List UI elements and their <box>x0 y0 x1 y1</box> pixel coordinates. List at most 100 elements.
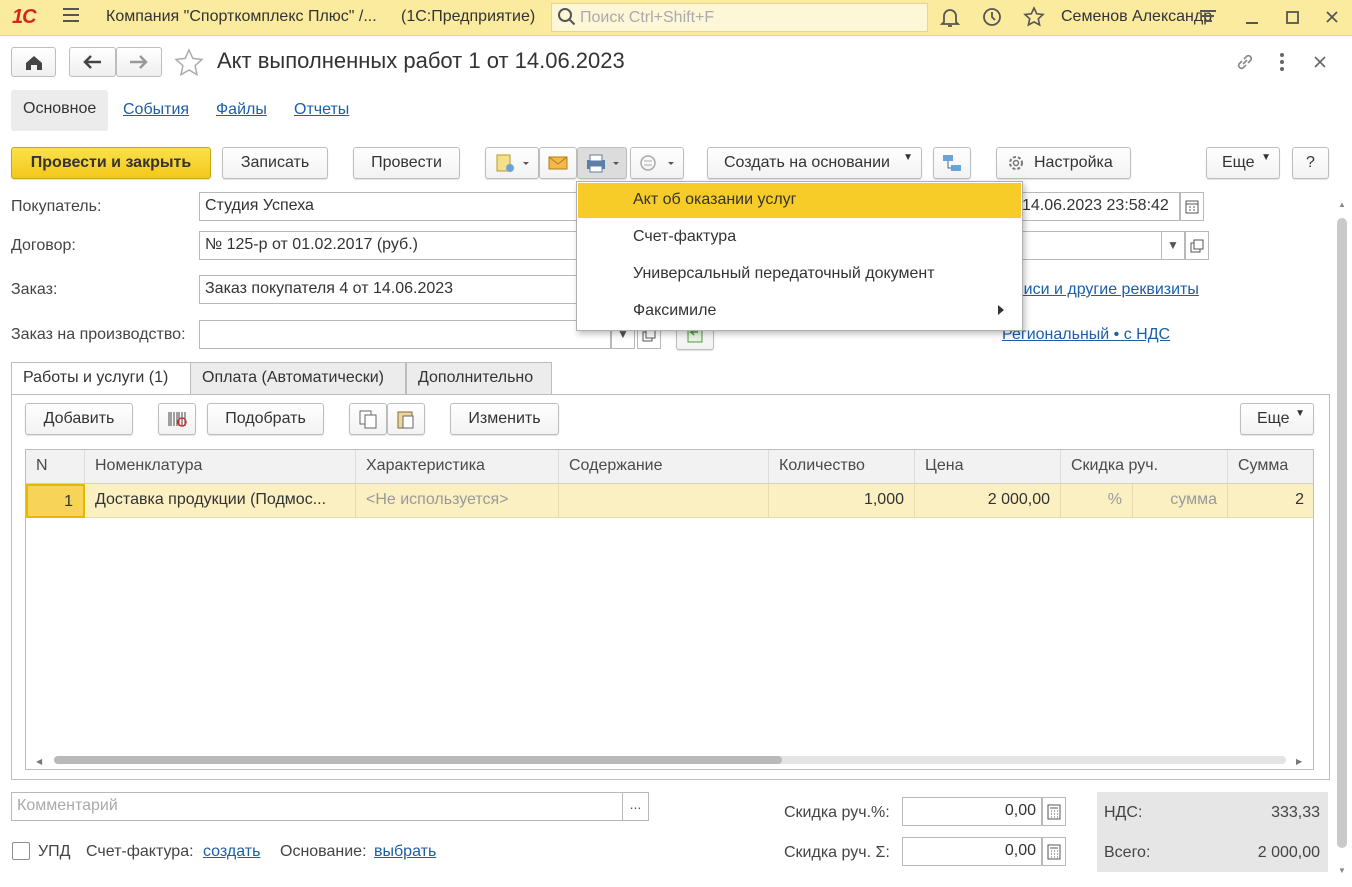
search-icon <box>557 6 577 28</box>
search-input[interactable]: Поиск Ctrl+Shift+F <box>551 3 928 32</box>
cell-n[interactable]: 1 <box>26 484 85 518</box>
close-document-icon[interactable] <box>1310 51 1330 73</box>
edit-button[interactable]: Изменить <box>450 403 559 435</box>
column-header-sum[interactable]: Сумма <box>1228 450 1313 484</box>
upd-checkbox[interactable] <box>12 842 30 860</box>
column-header-price[interactable]: Цена <box>915 450 1061 484</box>
pick-button[interactable]: Подобрать <box>207 403 324 435</box>
link-icon[interactable] <box>1234 51 1256 73</box>
cell-discount-sum[interactable]: сумма <box>1133 484 1228 518</box>
scrollbar-thumb[interactable] <box>54 756 782 764</box>
settings-button[interactable]: Настройка <box>996 147 1131 179</box>
settings-lines-icon[interactable] <box>1196 5 1222 29</box>
open-icon[interactable] <box>1185 231 1209 260</box>
cell-sum[interactable]: 2 <box>1228 484 1313 518</box>
production-order-field[interactable] <box>199 320 611 349</box>
maximize-icon[interactable] <box>1280 5 1306 29</box>
create-based-on-button[interactable]: Создать на основании ▼ <box>707 147 922 179</box>
menu-item-service-act[interactable]: Акт об оказании услуг <box>578 183 1021 218</box>
items-table: N Номенклатура Характеристика Содержание… <box>25 449 1314 770</box>
column-header-discount[interactable]: Скидка руч. <box>1061 450 1228 484</box>
favorite-star-icon[interactable] <box>173 48 205 78</box>
column-header-content[interactable]: Содержание <box>559 450 769 484</box>
close-window-icon[interactable] <box>1320 5 1346 29</box>
print-button[interactable] <box>577 147 627 179</box>
signatures-link[interactable]: писи и другие реквизиты <box>1015 281 1199 299</box>
barcode-button[interactable] <box>158 403 196 435</box>
horizontal-scrollbar[interactable] <box>54 756 1286 764</box>
chevron-down-icon: ▼ <box>1295 408 1305 419</box>
structure-button[interactable] <box>933 147 971 179</box>
calendar-icon[interactable] <box>1180 192 1204 221</box>
scroll-up-icon[interactable]: ▲ <box>1338 200 1346 209</box>
cell-qty[interactable]: 1,000 <box>769 484 915 518</box>
table-more-button[interactable]: Еще ▼ <box>1240 403 1314 435</box>
comment-field[interactable]: Комментарий <box>11 792 623 821</box>
tab-main[interactable]: Основное <box>11 90 108 131</box>
comment-placeholder: Комментарий <box>17 797 118 814</box>
post-button[interactable]: Провести <box>353 147 460 179</box>
copy-icon[interactable] <box>349 403 387 435</box>
post-and-close-button[interactable]: Провести и закрыть <box>11 147 211 179</box>
bell-icon[interactable] <box>938 5 964 29</box>
calculator-icon[interactable] <box>1042 837 1066 866</box>
calculator-icon[interactable] <box>1042 797 1066 826</box>
scroll-left-icon[interactable]: ◀ <box>36 757 42 766</box>
tab-reports[interactable]: Отчеты <box>294 101 349 119</box>
back-button[interactable] <box>69 47 116 77</box>
order-field[interactable]: Заказ покупателя 4 от 14.06.2023 <box>199 275 589 304</box>
menu-item-facsimile[interactable]: Факсимиле <box>578 294 1021 329</box>
cell-content[interactable] <box>559 484 769 518</box>
discount-pct-label: Скидка руч.%: <box>784 804 890 821</box>
home-button[interactable] <box>11 47 56 77</box>
column-header-characteristic[interactable]: Характеристика <box>356 450 559 484</box>
user-name[interactable]: Семенов Александр <box>1061 8 1212 26</box>
favorites-star-icon[interactable] <box>1022 5 1048 29</box>
minimize-icon[interactable] <box>1240 5 1266 29</box>
column-header-qty[interactable]: Количество <box>769 450 915 484</box>
menu-item-invoice[interactable]: Счет-фактура <box>578 220 1021 255</box>
create-document-button[interactable] <box>485 147 539 179</box>
comment-ellipsis-button[interactable]: ... <box>622 792 649 821</box>
chevron-down-icon[interactable]: ▼ <box>1161 231 1185 260</box>
total-value: 2 000,00 <box>1257 844 1320 861</box>
discount-pct-field[interactable]: 0,00 <box>902 797 1042 826</box>
tab-files[interactable]: Файлы <box>216 101 267 119</box>
app-logo[interactable]: 1С <box>12 6 37 29</box>
invoice-create-link[interactable]: создать <box>203 843 260 861</box>
buyer-field[interactable]: Студия Успеха <box>199 192 589 221</box>
search-placeholder: Поиск Ctrl+Shift+F <box>580 9 715 26</box>
save-button[interactable]: Записать <box>222 147 328 179</box>
contract-field[interactable]: № 125-р от 01.02.2017 (руб.) <box>199 231 589 260</box>
menu-item-upd[interactable]: Универсальный передаточный документ <box>578 257 1021 292</box>
tab-payment[interactable]: Оплата (Автоматически) <box>190 362 406 395</box>
help-button[interactable]: ? <box>1292 147 1329 179</box>
column-header-item[interactable]: Номенклатура <box>85 450 356 484</box>
tab-events[interactable]: События <box>123 101 189 119</box>
email-button[interactable] <box>539 147 577 179</box>
history-icon[interactable] <box>980 5 1006 29</box>
scroll-right-icon[interactable]: ▶ <box>1296 757 1302 766</box>
add-button[interactable]: Добавить <box>25 403 133 435</box>
window-title: Компания "Спорткомплекс Плюс" /... <box>106 8 377 25</box>
discount-sum-field[interactable]: 0,00 <box>902 837 1042 866</box>
tab-additional[interactable]: Дополнительно <box>406 362 552 395</box>
cell-characteristic[interactable]: <Не используется> <box>356 484 559 518</box>
scroll-down-icon[interactable]: ▼ <box>1338 866 1346 875</box>
edo-button[interactable] <box>630 147 684 179</box>
more-vertical-icon[interactable] <box>1272 51 1292 73</box>
date-field[interactable]: 14.06.2023 23:58:42 <box>1015 192 1180 221</box>
main-menu-icon[interactable] <box>60 4 86 26</box>
column-header-n[interactable]: N <box>26 450 85 484</box>
forward-button[interactable] <box>116 47 162 77</box>
paste-icon[interactable] <box>387 403 425 435</box>
tax-field[interactable] <box>1015 231 1162 260</box>
tab-works-services[interactable]: Работы и услуги (1) <box>11 362 191 396</box>
more-button[interactable]: Еще ▼ <box>1206 147 1280 179</box>
basis-select-link[interactable]: выбрать <box>374 843 436 861</box>
tax-link[interactable]: Региональный • с НДС <box>1002 326 1170 344</box>
cell-discount-pct[interactable]: % <box>1061 484 1133 518</box>
cell-item[interactable]: Доставка продукции (Подмос... <box>85 484 356 518</box>
cell-price[interactable]: 2 000,00 <box>915 484 1061 518</box>
vertical-scrollbar[interactable] <box>1337 218 1347 848</box>
